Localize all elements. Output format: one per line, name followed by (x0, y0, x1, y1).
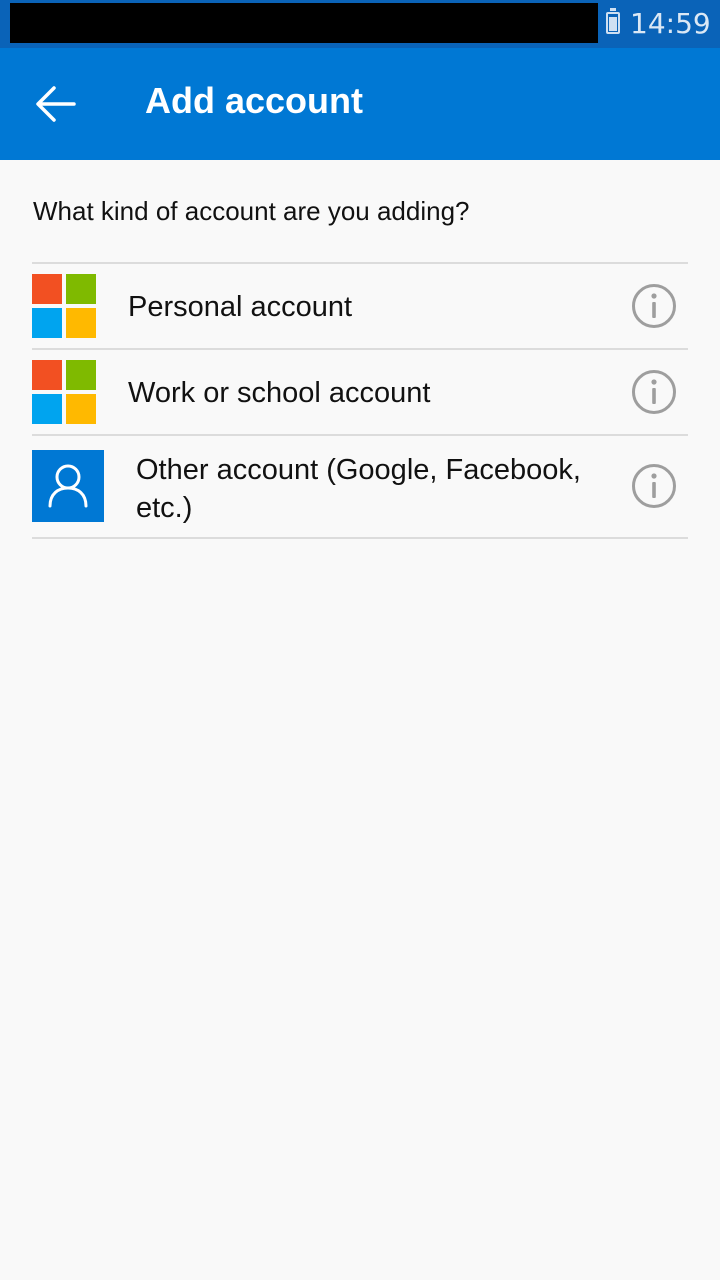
back-button[interactable] (30, 80, 82, 128)
redacted-notification-area (10, 3, 598, 43)
account-option-work-school[interactable]: Work or school account (32, 348, 688, 435)
microsoft-logo-icon (32, 274, 96, 338)
page-title: Add account (145, 80, 364, 121)
account-option-other[interactable]: Other account (Google, Facebook, etc.) (32, 434, 688, 539)
account-option-label: Work or school account (128, 377, 431, 409)
account-option-personal[interactable]: Personal account (32, 262, 688, 349)
info-icon[interactable] (631, 283, 677, 329)
info-icon[interactable] (631, 463, 677, 509)
status-bar: 14:59 (0, 0, 720, 48)
microsoft-logo-icon (32, 360, 96, 424)
app-bar: Add account (0, 48, 720, 160)
account-option-label: Other account (Google, Facebook, etc.) (136, 454, 581, 524)
arrow-back-icon (36, 86, 76, 122)
account-option-label: Personal account (128, 291, 353, 323)
info-icon[interactable] (631, 369, 677, 415)
person-icon (32, 450, 104, 522)
battery-icon (606, 8, 620, 34)
status-clock: 14:59 (630, 7, 711, 40)
prompt-text: What kind of account are you adding? (33, 196, 470, 226)
